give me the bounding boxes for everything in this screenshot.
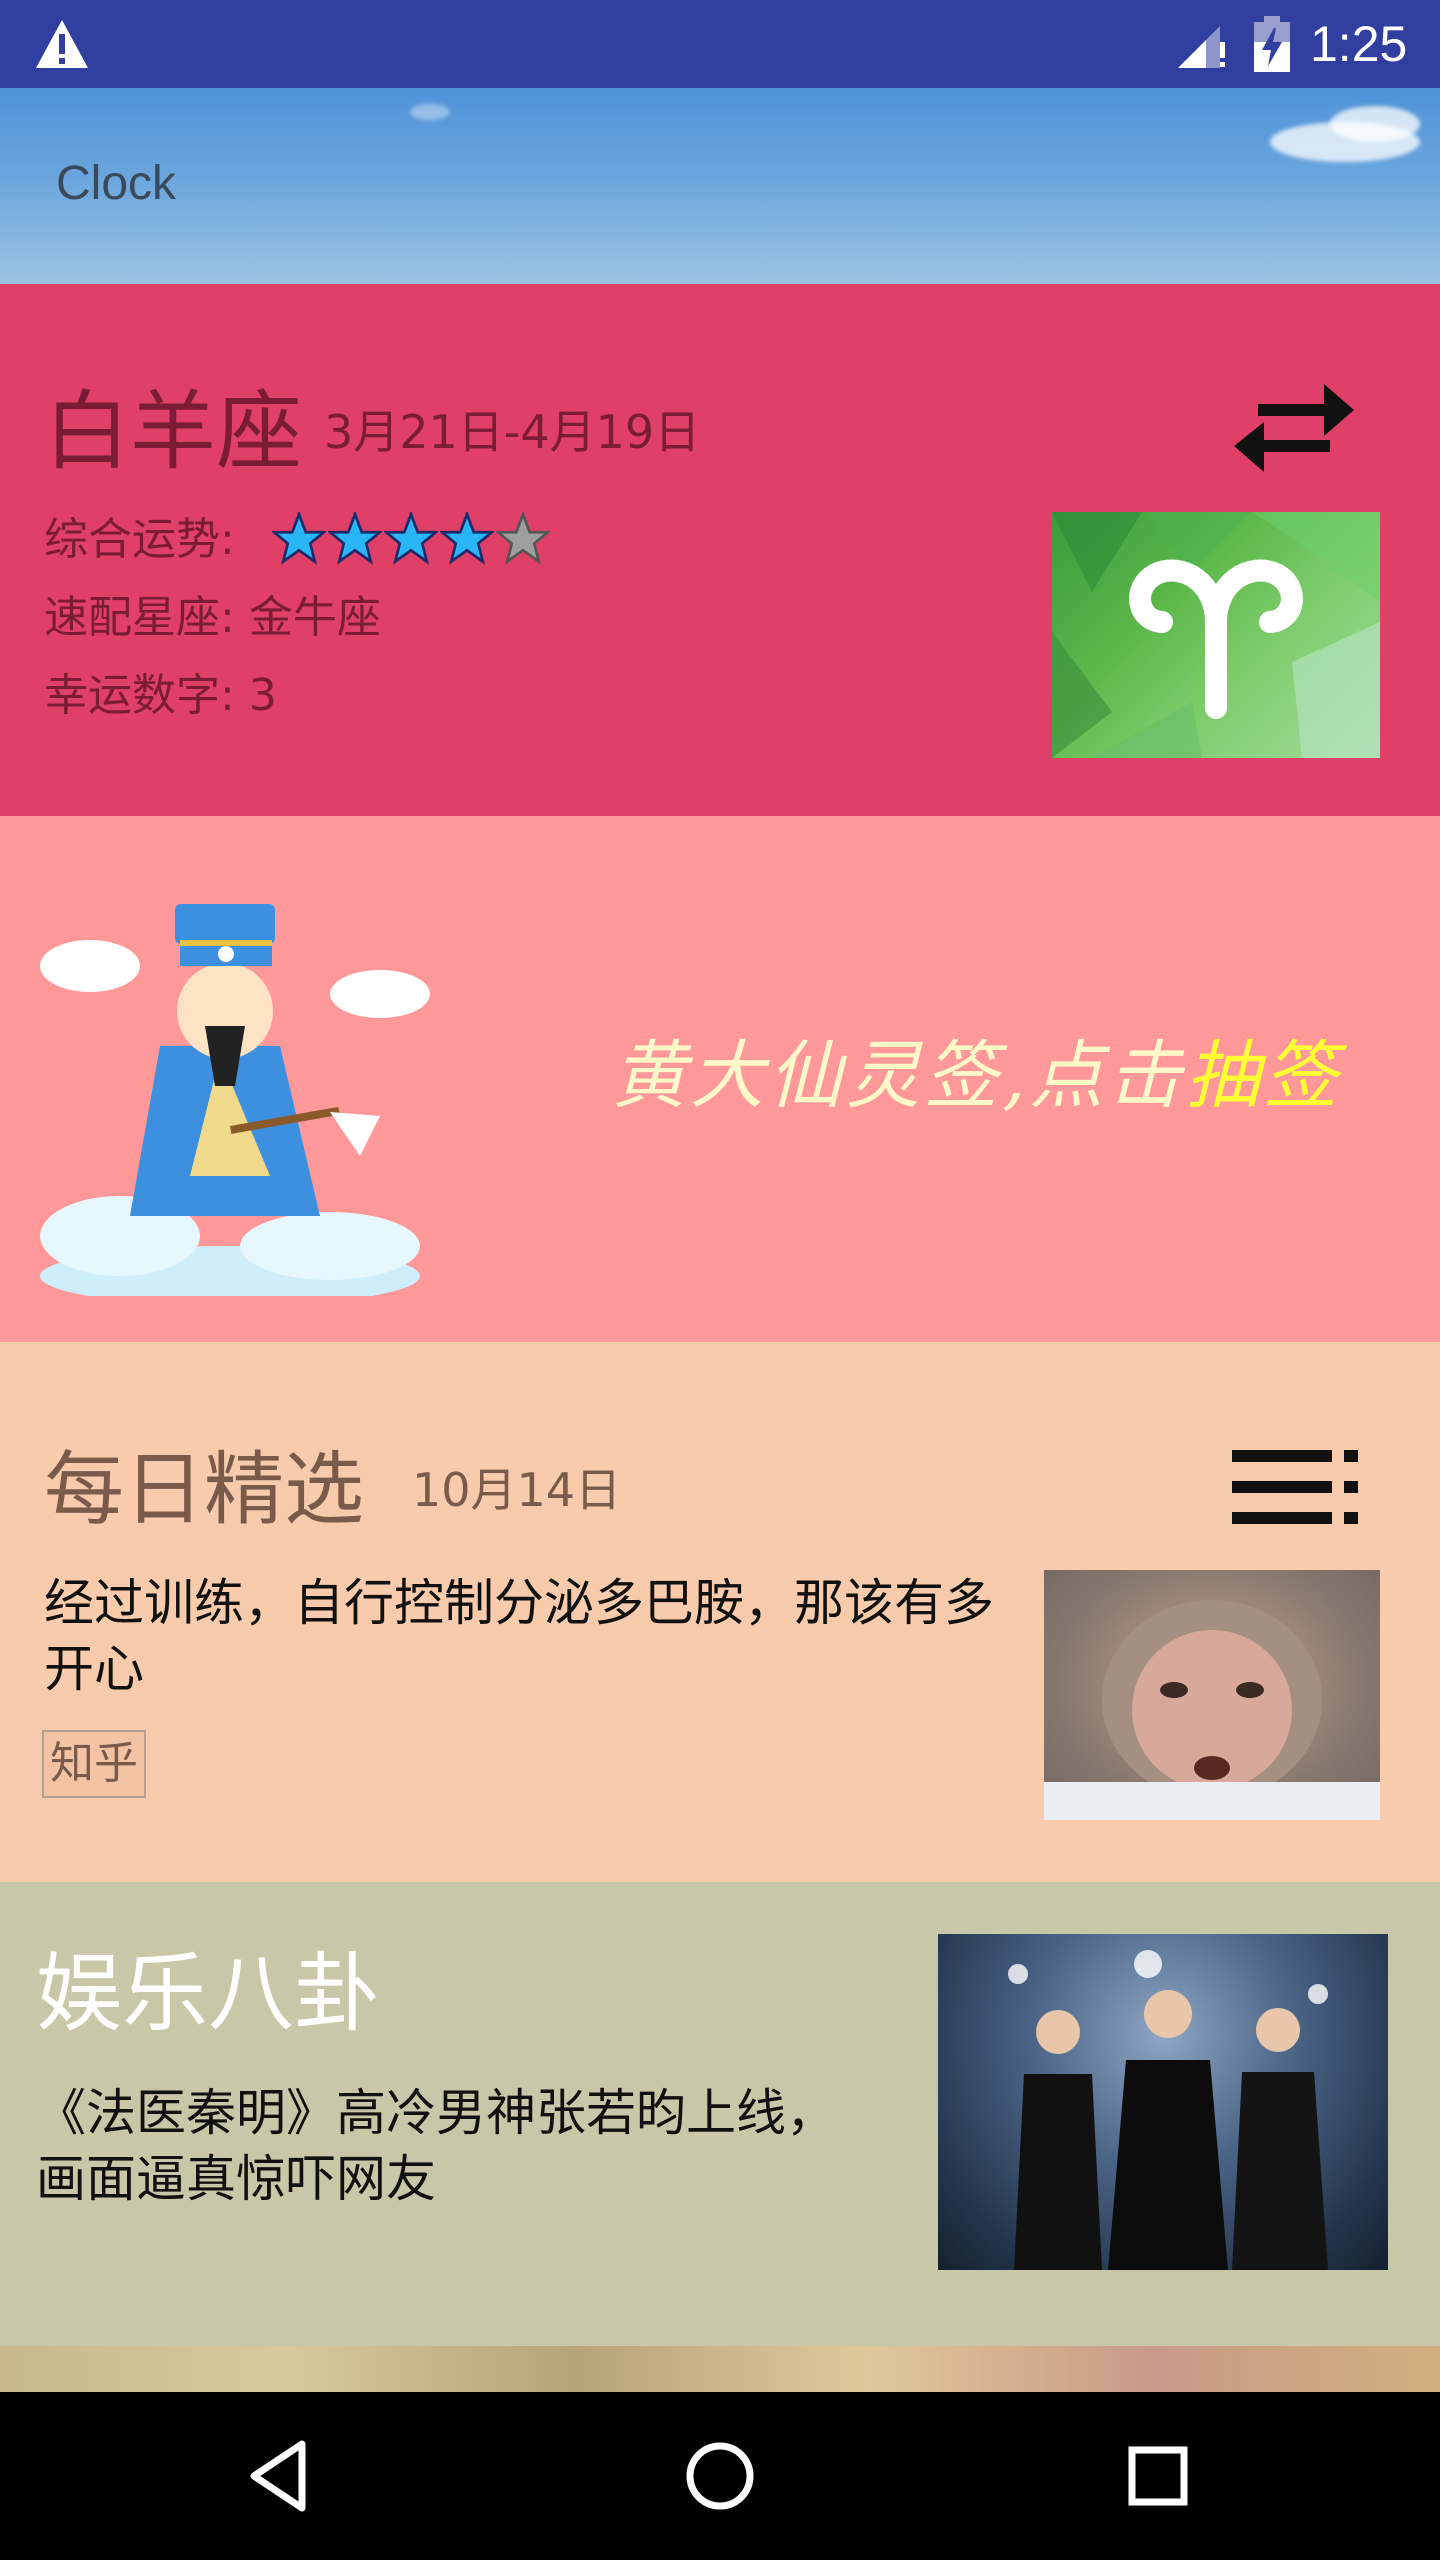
back-icon[interactable]	[240, 2434, 324, 2518]
status-bar: 1:25	[0, 0, 1440, 88]
list-icon[interactable]	[1230, 1446, 1362, 1528]
entertainment-headline[interactable]: 《法医秦明》高冷男神张若昀上线，画面逼真惊吓网友	[36, 2080, 836, 2212]
horoscope-card[interactable]: 白羊座 3月21日-4月19日 综合运势: 速配星座: 金牛座 幸运数字: 3	[0, 284, 1440, 816]
daily-headline[interactable]: 经过训练，自行控制分泌多巴胺，那该有多开心	[44, 1570, 1004, 1702]
battery-charging-icon	[1254, 16, 1290, 72]
signal-icon	[1178, 26, 1225, 68]
app-bar: Clock	[0, 88, 1440, 284]
match-label: 速配星座:	[44, 592, 235, 643]
home-icon[interactable]	[678, 2434, 762, 2518]
lottery-text-main: 黄大仙灵签,点击	[612, 1033, 1186, 1119]
sky-cloud	[410, 104, 450, 120]
daily-title: 每日精选	[44, 1443, 364, 1536]
match-row: 速配星座: 金牛座	[44, 588, 381, 648]
entertainment-title: 娱乐八卦	[36, 1944, 380, 2044]
lottery-banner[interactable]: 黄大仙灵签,点击抽签	[0, 816, 1440, 1342]
app-title: Clock	[56, 157, 177, 210]
lucky-label: 幸运数字:	[44, 670, 235, 721]
lottery-text-highlight: 抽签	[1185, 1033, 1342, 1119]
swap-arrows-icon[interactable]	[1228, 378, 1360, 482]
entertainment-card[interactable]: 娱乐八卦 《法医秦明》高冷男神张若昀上线，画面逼真惊吓网友	[0, 1882, 1440, 2346]
rating-stars	[272, 512, 550, 572]
cast-photo-icon	[1008, 1950, 1328, 2270]
star-filled-icon	[440, 512, 494, 565]
daily-pick-card[interactable]: 每日精选 10月14日 经过训练，自行控制分泌多巴胺，那该有多开心 知乎	[0, 1342, 1440, 1882]
monkey-photo-icon	[1044, 1600, 1380, 1820]
aries-sign-image	[1052, 512, 1380, 758]
star-empty-icon	[496, 512, 550, 565]
overall-label: 综合运势:	[44, 514, 235, 565]
lucky-value: 3	[248, 670, 277, 721]
lottery-text[interactable]: 黄大仙灵签,点击抽签	[612, 1026, 1342, 1126]
aries-symbol-icon	[1052, 512, 1380, 758]
warning-icon	[36, 20, 88, 68]
next-card-peek	[0, 2346, 1440, 2392]
star-filled-icon	[384, 512, 438, 565]
entertainment-thumbnail[interactable]	[938, 1934, 1388, 2270]
sage-illustration-icon	[40, 904, 430, 1296]
nav-bar	[0, 2392, 1440, 2560]
sky-cloud	[1330, 106, 1420, 142]
match-value: 金牛座	[248, 592, 381, 643]
daily-date: 10月14日	[412, 1463, 622, 1517]
sign-name: 白羊座	[44, 382, 302, 482]
sign-date-range: 3月21日-4月19日	[324, 405, 701, 459]
lucky-row: 幸运数字: 3	[44, 666, 277, 726]
source-tag: 知乎	[42, 1730, 146, 1798]
star-filled-icon	[328, 512, 382, 565]
article-thumbnail[interactable]	[1044, 1570, 1380, 1820]
recents-icon[interactable]	[1116, 2434, 1200, 2518]
status-time: 1:25	[1310, 16, 1408, 72]
star-filled-icon	[272, 512, 326, 565]
